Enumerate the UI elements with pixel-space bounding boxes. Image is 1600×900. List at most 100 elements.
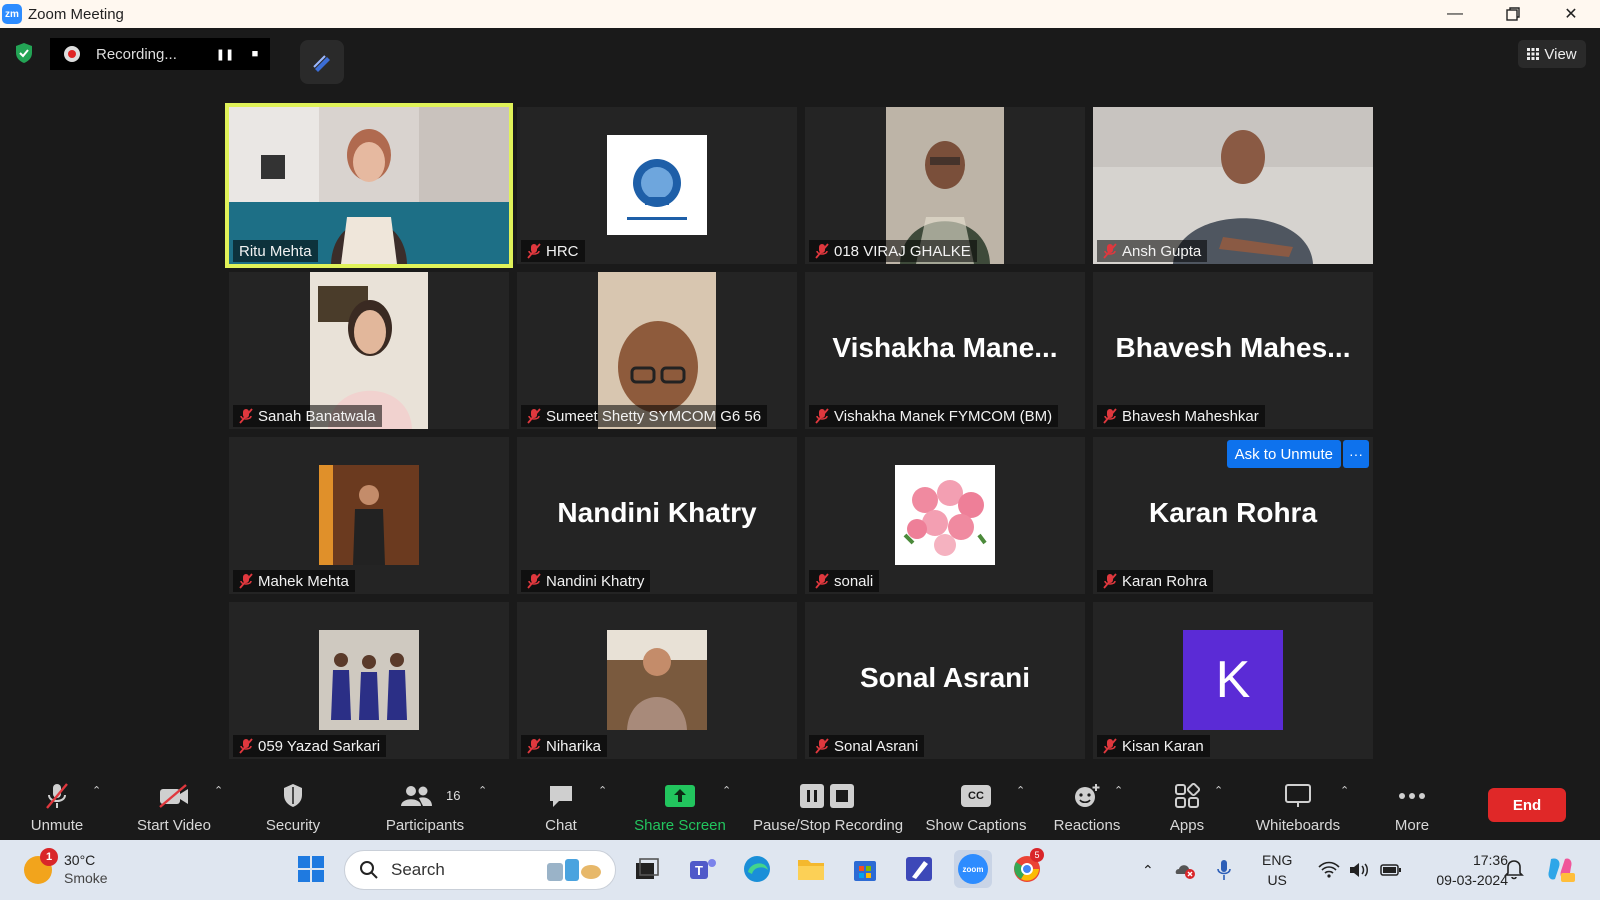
recording-indicator: Recording... ❚❚ ■	[50, 38, 270, 70]
participant-name: Ritu Mehta	[239, 242, 312, 260]
whiteboards-caret-icon[interactable]: ⌃	[1340, 784, 1349, 797]
chrome-browser-icon[interactable]: 5	[1008, 848, 1046, 888]
end-meeting-button[interactable]: End	[1488, 788, 1566, 822]
apps-icon	[1167, 780, 1207, 812]
stop-recording-button[interactable]: ■	[244, 43, 266, 65]
video-tile-ansh-gupta[interactable]: Ansh Gupta	[1093, 107, 1373, 264]
show-captions-label: Show Captions	[925, 817, 1027, 834]
apps-caret-icon[interactable]: ⌃	[1214, 784, 1223, 797]
participant-name: 059 Yazad Sarkari	[258, 737, 381, 755]
chat-caret-icon[interactable]: ⌃	[598, 784, 607, 797]
pen-app-icon[interactable]	[900, 850, 938, 888]
taskbar-search-box[interactable]: Search	[344, 850, 616, 890]
participant-nameplate: Sanah Banatwala	[233, 405, 382, 427]
reactions-button[interactable]: Reactions	[1052, 774, 1122, 840]
video-tile-sonali[interactable]: sonali	[805, 437, 1085, 594]
participant-display-name: Nandini Khatry	[557, 497, 757, 528]
video-tile-sonal-asrani[interactable]: Sonal Asrani Sonal Asrani	[805, 602, 1085, 759]
participant-name: Sonal Asrani	[834, 737, 919, 755]
file-explorer-icon[interactable]	[792, 850, 830, 888]
close-button[interactable]: ✕	[1542, 0, 1600, 28]
start-video-button[interactable]: Start Video	[132, 774, 216, 840]
video-tile-karan-rohra[interactable]: Ask to Unmute ··· Karan Rohra Karan Rohr…	[1093, 437, 1373, 594]
annotate-pen-icon[interactable]	[300, 40, 344, 84]
participant-nameplate: Mahek Mehta	[233, 570, 355, 592]
video-tile-niharika[interactable]: Niharika	[517, 602, 797, 759]
video-tile-bhavesh-maheshkar[interactable]: Bhavesh Mahes... Bhavesh Maheshkar	[1093, 272, 1373, 429]
unmute-label: Unmute	[30, 817, 84, 834]
microphone-tray-icon[interactable]	[1216, 859, 1232, 881]
video-options-caret-icon[interactable]: ⌃	[214, 784, 223, 797]
participant-display-name: Sonal Asrani	[859, 662, 1031, 693]
encryption-shield-icon[interactable]	[14, 42, 34, 64]
taskbar-clock[interactable]: 17:36 09-03-2024	[1436, 850, 1508, 890]
participant-nameplate: Sumeet Shetty SYMCOM G6 56	[521, 405, 768, 427]
pause-recording-button[interactable]: ❚❚	[214, 43, 236, 65]
onedrive-error-icon[interactable]	[1174, 860, 1196, 880]
participant-nameplate: Bhavesh Maheshkar	[1097, 405, 1265, 427]
task-view-icon[interactable]	[628, 850, 666, 888]
whiteboards-button[interactable]: Whiteboards	[1250, 774, 1346, 840]
participants-button[interactable]: 16 Participants	[380, 774, 470, 840]
share-screen-button[interactable]: Share Screen	[632, 774, 728, 840]
participant-name: Kisan Karan	[1122, 737, 1204, 755]
participant-name: 018 VIRAJ GHALKE	[834, 242, 971, 260]
reactions-smiley-icon	[1067, 780, 1107, 812]
participant-nameplate: 018 VIRAJ GHALKE	[809, 240, 977, 262]
copilot-icon[interactable]	[1542, 850, 1578, 888]
unmute-button[interactable]: Unmute	[24, 774, 90, 840]
teams-icon[interactable]: T	[684, 850, 722, 888]
pause-stop-recording-button[interactable]: Pause/Stop Recording	[752, 774, 904, 840]
show-hidden-icons-chevron-icon[interactable]: ⌃	[1142, 862, 1162, 879]
reactions-caret-icon[interactable]: ⌃	[1114, 784, 1123, 797]
ask-to-unmute-button[interactable]: Ask to Unmute	[1226, 440, 1341, 468]
microsoft-store-icon[interactable]	[846, 850, 884, 888]
participants-caret-icon[interactable]: ⌃	[478, 784, 487, 797]
muted-mic-icon	[37, 780, 77, 812]
captions-caret-icon[interactable]: ⌃	[1016, 784, 1025, 797]
participant-display-name: Vishakha Mane...	[832, 332, 1058, 363]
minimize-button[interactable]: —	[1426, 0, 1484, 28]
tile-more-options-button[interactable]: ···	[1343, 440, 1369, 468]
view-button[interactable]: View	[1518, 40, 1586, 68]
grid-view-icon	[1527, 48, 1540, 60]
edge-browser-icon[interactable]	[738, 850, 776, 888]
view-label: View	[1544, 45, 1577, 63]
svg-text:T: T	[695, 863, 703, 878]
more-label: More	[1394, 817, 1430, 834]
share-options-caret-icon[interactable]: ⌃	[722, 784, 731, 797]
weather-widget[interactable]: 1 30°C Smoke	[22, 848, 162, 892]
notifications-bell-icon[interactable]	[1500, 850, 1528, 888]
audio-options-caret-icon[interactable]: ⌃	[92, 784, 101, 797]
participant-name: Bhavesh Maheshkar	[1122, 407, 1259, 425]
chat-bubble-icon	[541, 780, 581, 812]
security-button[interactable]: Security	[260, 774, 326, 840]
gallery-grid: Ritu Mehta HRC 018 VIRAJ GHALKE Ansh Gup…	[225, 103, 1373, 759]
zoom-taskbar-icon[interactable]: zoom	[954, 850, 992, 888]
video-tile-ritu-mehta[interactable]: Ritu Mehta	[225, 103, 513, 268]
show-captions-button[interactable]: CC Show Captions	[924, 774, 1028, 840]
apps-button[interactable]: Apps	[1166, 774, 1208, 840]
windows-start-icon[interactable]	[292, 850, 330, 888]
muted-mic-icon	[815, 408, 829, 424]
video-tile-yazad-sarkari[interactable]: 059 Yazad Sarkari	[229, 602, 509, 759]
video-tile-sumeet-shetty[interactable]: Sumeet Shetty SYMCOM G6 56	[517, 272, 797, 429]
meeting-area: Recording... ❚❚ ■ View Ritu Mehta HRC 01…	[0, 28, 1600, 774]
video-tile-sanah-banatwala[interactable]: Sanah Banatwala	[229, 272, 509, 429]
video-tile-nandini-khatry[interactable]: Nandini Khatry Nandini Khatry	[517, 437, 797, 594]
muted-mic-icon	[527, 573, 541, 589]
more-button[interactable]: More	[1392, 774, 1432, 840]
video-tile-vishakha-manek[interactable]: Vishakha Mane... Vishakha Manek FYMCOM (…	[805, 272, 1085, 429]
avatar: K	[1183, 630, 1283, 730]
language-code: ENG	[1262, 852, 1293, 868]
video-tile-kisan-karan[interactable]: K Kisan Karan	[1093, 602, 1373, 759]
network-sound-battery-tray[interactable]	[1318, 840, 1402, 900]
video-tile-viraj-ghalke[interactable]: 018 VIRAJ GHALKE	[805, 107, 1085, 264]
participants-label: Participants	[385, 817, 465, 834]
video-tile-hrc[interactable]: HRC	[517, 107, 797, 264]
input-language-indicator[interactable]: ENG US	[1262, 850, 1292, 890]
search-label: Search	[391, 860, 445, 879]
restore-button[interactable]	[1484, 0, 1542, 28]
chat-button[interactable]: Chat	[536, 774, 586, 840]
video-tile-mahek-mehta[interactable]: Mahek Mehta	[229, 437, 509, 594]
